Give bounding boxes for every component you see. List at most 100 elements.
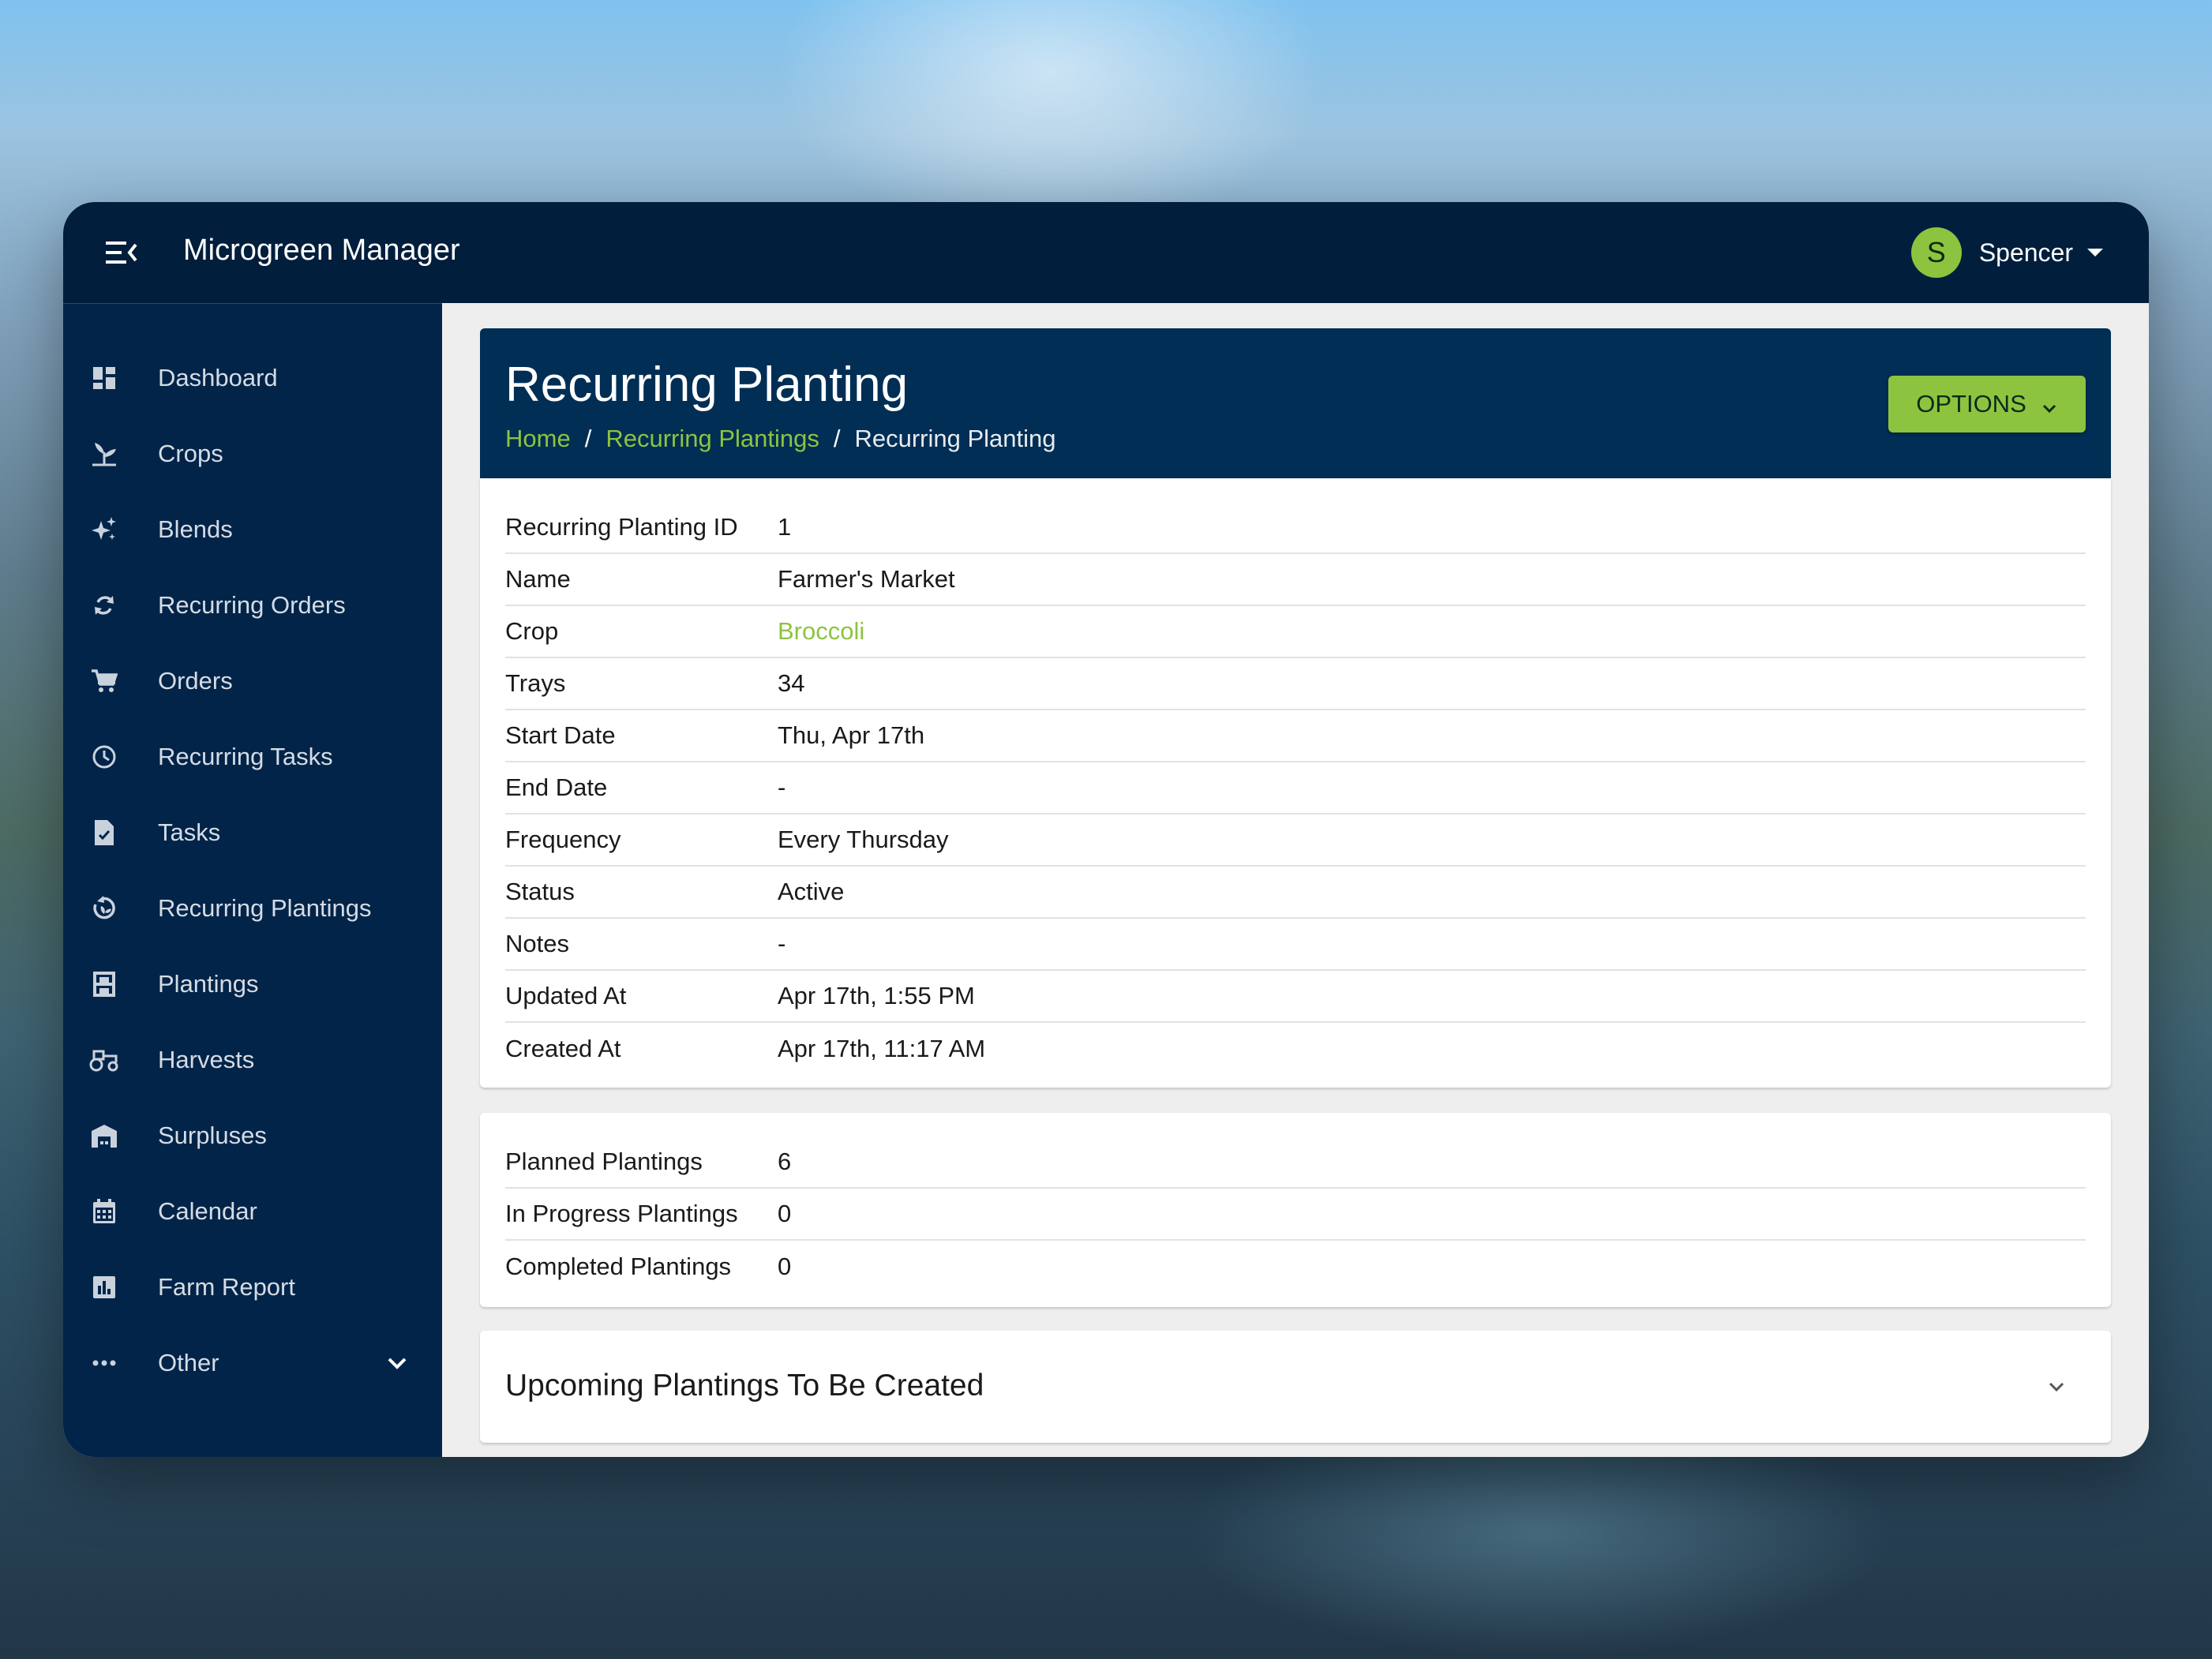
more-icon xyxy=(88,1347,120,1379)
chevron-down-icon xyxy=(2045,1375,2068,1399)
sidebar-item-label: Plantings xyxy=(158,970,259,998)
sidebar-item-orders[interactable]: Orders xyxy=(63,650,442,713)
sparkles-icon xyxy=(88,514,120,545)
detail-row: Trays 34 xyxy=(505,658,2086,710)
sidebar-item-label: Other xyxy=(158,1349,219,1376)
detail-label: Notes xyxy=(505,930,569,957)
sidebar-item-other[interactable]: Other xyxy=(63,1331,442,1395)
sidebar-item-surpluses[interactable]: Surpluses xyxy=(63,1104,442,1167)
menu-toggle-icon[interactable] xyxy=(104,237,139,268)
main-content: Recurring Planting Home / Recurring Plan… xyxy=(442,303,2149,1457)
detail-label: Updated At xyxy=(505,982,627,1009)
breadcrumb-recurring-plantings-link[interactable]: Recurring Plantings xyxy=(605,425,819,453)
sidebar-item-plantings[interactable]: Plantings xyxy=(63,953,442,1016)
tractor-icon xyxy=(88,1044,120,1076)
count-row: Completed Plantings 0 xyxy=(505,1241,2086,1293)
detail-label: Created At xyxy=(505,1035,621,1062)
sprout-icon xyxy=(88,438,120,470)
app-window: Microgreen Manager S Spencer Dashboard C… xyxy=(63,202,2149,1457)
detail-value: - xyxy=(778,773,786,801)
details-card: Recurring Planting ID 1 Name Farmer's Ma… xyxy=(480,478,2111,1088)
detail-value: Apr 17th, 11:17 AM xyxy=(778,1035,986,1062)
detail-label: End Date xyxy=(505,773,608,801)
sidebar-item-label: Orders xyxy=(158,667,233,695)
detail-label: Start Date xyxy=(505,721,616,749)
cart-icon xyxy=(88,665,120,697)
detail-label: Crop xyxy=(505,617,559,645)
refresh-icon xyxy=(88,590,120,621)
count-value: 0 xyxy=(778,1253,792,1280)
count-row: Planned Plantings 6 xyxy=(505,1137,2086,1189)
background-glow xyxy=(774,0,1326,237)
detail-value: Active xyxy=(778,878,845,905)
sidebar-item-blends[interactable]: Blends xyxy=(63,498,442,561)
detail-row: Notes - xyxy=(505,919,2086,971)
dashboard-icon xyxy=(88,362,120,394)
detail-row: Created At Apr 17th, 11:17 AM xyxy=(505,1023,2086,1075)
sidebar-item-label: Recurring Tasks xyxy=(158,743,333,770)
sidebar-item-label: Recurring Plantings xyxy=(158,894,372,922)
clock-icon xyxy=(88,741,120,773)
detail-label: Name xyxy=(505,565,571,593)
sidebar-item-recurring-tasks[interactable]: Recurring Tasks xyxy=(63,725,442,788)
shelf-icon xyxy=(88,968,120,1000)
detail-row: Crop Broccoli xyxy=(505,606,2086,658)
detail-value: Apr 17th, 1:55 PM xyxy=(778,982,975,1009)
upcoming-plantings-title: Upcoming Plantings To Be Created xyxy=(505,1369,984,1402)
upcoming-plantings-accordion[interactable]: Upcoming Plantings To Be Created xyxy=(480,1331,2111,1443)
detail-row: Updated At Apr 17th, 1:55 PM xyxy=(505,971,2086,1023)
breadcrumb-home-link[interactable]: Home xyxy=(505,425,571,453)
sidebar-item-label: Blends xyxy=(158,515,233,543)
breadcrumb-separator: / xyxy=(833,425,841,452)
sidebar-item-label: Calendar xyxy=(158,1197,257,1225)
caret-down-icon xyxy=(2087,249,2103,257)
crop-link[interactable]: Broccoli xyxy=(778,617,864,646)
count-value: 0 xyxy=(778,1200,792,1227)
page-header: Recurring Planting Home / Recurring Plan… xyxy=(480,328,2111,478)
sidebar-item-calendar[interactable]: Calendar xyxy=(63,1180,442,1243)
count-row: In Progress Plantings 0 xyxy=(505,1189,2086,1241)
detail-label: Recurring Planting ID xyxy=(505,513,738,541)
detail-value: 34 xyxy=(778,669,805,697)
sidebar-item-label: Harvests xyxy=(158,1046,255,1073)
plantings-count-card: Planned Plantings 6 In Progress Planting… xyxy=(480,1113,2111,1307)
detail-row: End Date - xyxy=(505,762,2086,815)
count-label: Completed Plantings xyxy=(505,1253,732,1280)
sidebar-item-label: Crops xyxy=(158,440,223,467)
user-menu[interactable]: S Spencer xyxy=(1910,227,2103,278)
options-button-label: OPTIONS xyxy=(1916,390,2026,418)
detail-value: Thu, Apr 17th xyxy=(778,721,925,749)
sidebar-item-label: Dashboard xyxy=(158,364,278,391)
sidebar-item-harvests[interactable]: Harvests xyxy=(63,1028,442,1092)
page-title: Recurring Planting xyxy=(505,358,909,412)
sidebar-item-label: Tasks xyxy=(158,818,221,846)
app-bar: Microgreen Manager S Spencer xyxy=(63,202,2149,303)
detail-label: Frequency xyxy=(505,826,621,853)
sidebar-item-recurring-plantings[interactable]: Recurring Plantings xyxy=(63,877,442,940)
options-button[interactable]: OPTIONS xyxy=(1888,376,2086,433)
warehouse-icon xyxy=(88,1120,120,1152)
sidebar-item-label: Farm Report xyxy=(158,1273,295,1301)
detail-row: Recurring Planting ID 1 xyxy=(505,502,2086,554)
count-value: 6 xyxy=(778,1148,792,1175)
detail-value: Every Thursday xyxy=(778,826,949,853)
user-name: Spencer xyxy=(1978,238,2073,267)
detail-row: Frequency Every Thursday xyxy=(505,815,2086,867)
detail-value: Farmer's Market xyxy=(778,565,955,593)
report-icon xyxy=(88,1271,120,1303)
task-file-icon xyxy=(88,817,120,848)
detail-row: Name Farmer's Market xyxy=(505,554,2086,606)
breadcrumb: Home / Recurring Plantings / Recurring P… xyxy=(505,425,1056,453)
detail-value: 1 xyxy=(778,513,792,541)
sidebar: Dashboard Crops Blends Recurring Orders xyxy=(63,303,442,1457)
app-title: Microgreen Manager xyxy=(183,234,460,267)
sidebar-item-crops[interactable]: Crops xyxy=(63,422,442,485)
sidebar-item-farm-report[interactable]: Farm Report xyxy=(63,1256,442,1319)
detail-value: - xyxy=(778,930,786,957)
sidebar-item-dashboard[interactable]: Dashboard xyxy=(63,346,442,410)
detail-label: Trays xyxy=(505,669,566,697)
sidebar-item-recurring-orders[interactable]: Recurring Orders xyxy=(63,574,442,637)
breadcrumb-separator: / xyxy=(584,425,592,452)
detail-row: Start Date Thu, Apr 17th xyxy=(505,710,2086,762)
sidebar-item-tasks[interactable]: Tasks xyxy=(63,801,442,864)
